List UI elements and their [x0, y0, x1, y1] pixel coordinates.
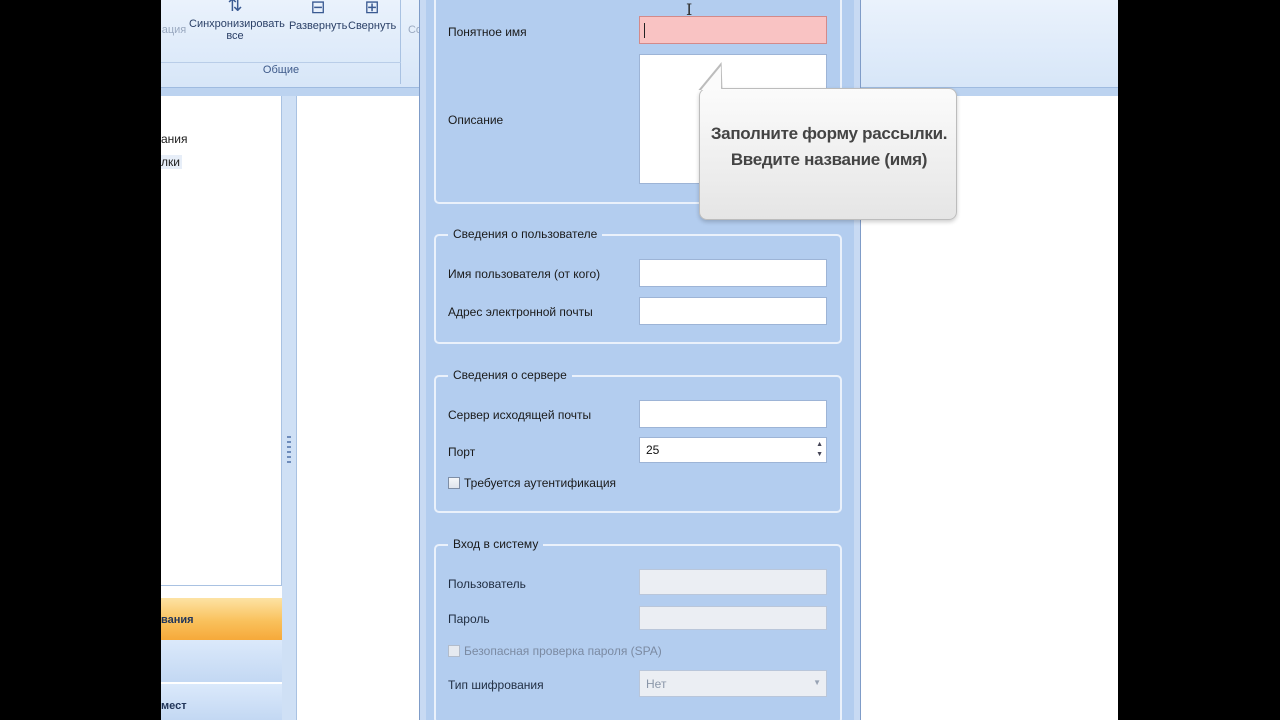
collapse-button[interactable]: ⊞ Свернуть	[348, 0, 396, 60]
collapse-icon: ⊞	[364, 0, 380, 17]
email-label: Адрес электронной почты	[448, 305, 593, 319]
tree-item-selected[interactable]: лки	[161, 155, 182, 169]
login-group-title: Вход в систему	[448, 537, 544, 551]
port-stepper[interactable]: 25 ▲ ▼	[639, 437, 827, 463]
login-user-input[interactable]	[639, 569, 827, 595]
username-input[interactable]	[639, 259, 827, 287]
friendly-name-label: Понятное имя	[448, 25, 527, 39]
ribbon-group-label: Общие	[262, 64, 300, 76]
user-info-group	[434, 234, 842, 344]
expand-button[interactable]: ⊟ Развернуть	[289, 0, 347, 60]
user-info-group-title: Сведения о пользователе	[448, 227, 603, 241]
password-input[interactable]	[639, 606, 827, 630]
callout-text: Заполните форму рассылки. Введите назван…	[710, 124, 948, 169]
smtp-server-input[interactable]	[639, 400, 827, 428]
ribbon-button-truncated[interactable]: ация	[161, 0, 187, 60]
encryption-label: Тип шифрования	[448, 678, 544, 692]
password-label: Пароль	[448, 612, 490, 626]
sync-icon: ⇅	[227, 0, 243, 15]
spin-arrows-icon[interactable]: ▲ ▼	[816, 440, 823, 460]
username-label: Имя пользователя (от кого)	[448, 267, 601, 281]
sync-all-button[interactable]: ⇅ Синхронизировать все	[189, 0, 285, 60]
checkbox-icon	[448, 645, 460, 657]
spa-checkbox[interactable]: Безопасная проверка пароля (SPA)	[448, 644, 662, 658]
server-info-group-title: Сведения о сервере	[448, 368, 572, 382]
nav-button[interactable]: мест	[161, 684, 282, 720]
tutorial-callout: Заполните форму рассылки. Введите назван…	[699, 88, 957, 220]
text-caret	[644, 23, 645, 38]
pane-splitter[interactable]	[282, 96, 296, 720]
checkbox-icon	[448, 477, 460, 489]
nav-button-active[interactable]: вания	[161, 598, 282, 640]
nav-button[interactable]	[161, 640, 282, 682]
ribbon-divider	[161, 62, 401, 63]
chevron-down-icon: ▼	[813, 678, 821, 687]
smtp-server-label: Сервер исходящей почты	[448, 408, 592, 422]
port-label: Порт	[448, 445, 476, 459]
expand-icon: ⊟	[310, 0, 326, 17]
description-label: Описание	[448, 113, 504, 127]
tree-item[interactable]: ания	[161, 132, 188, 146]
encryption-select[interactable]: Нет ▼	[639, 670, 827, 697]
auth-required-checkbox[interactable]: Требуется аутентификация	[448, 476, 616, 490]
login-user-label: Пользователь	[448, 577, 526, 591]
grip-icon	[287, 436, 291, 466]
navigation-tree: ания лки	[161, 96, 282, 586]
i-beam-cursor-icon: I	[686, 0, 693, 19]
email-input[interactable]	[639, 297, 827, 325]
ribbon-icon	[161, 0, 187, 24]
friendly-name-input[interactable]	[639, 16, 827, 44]
